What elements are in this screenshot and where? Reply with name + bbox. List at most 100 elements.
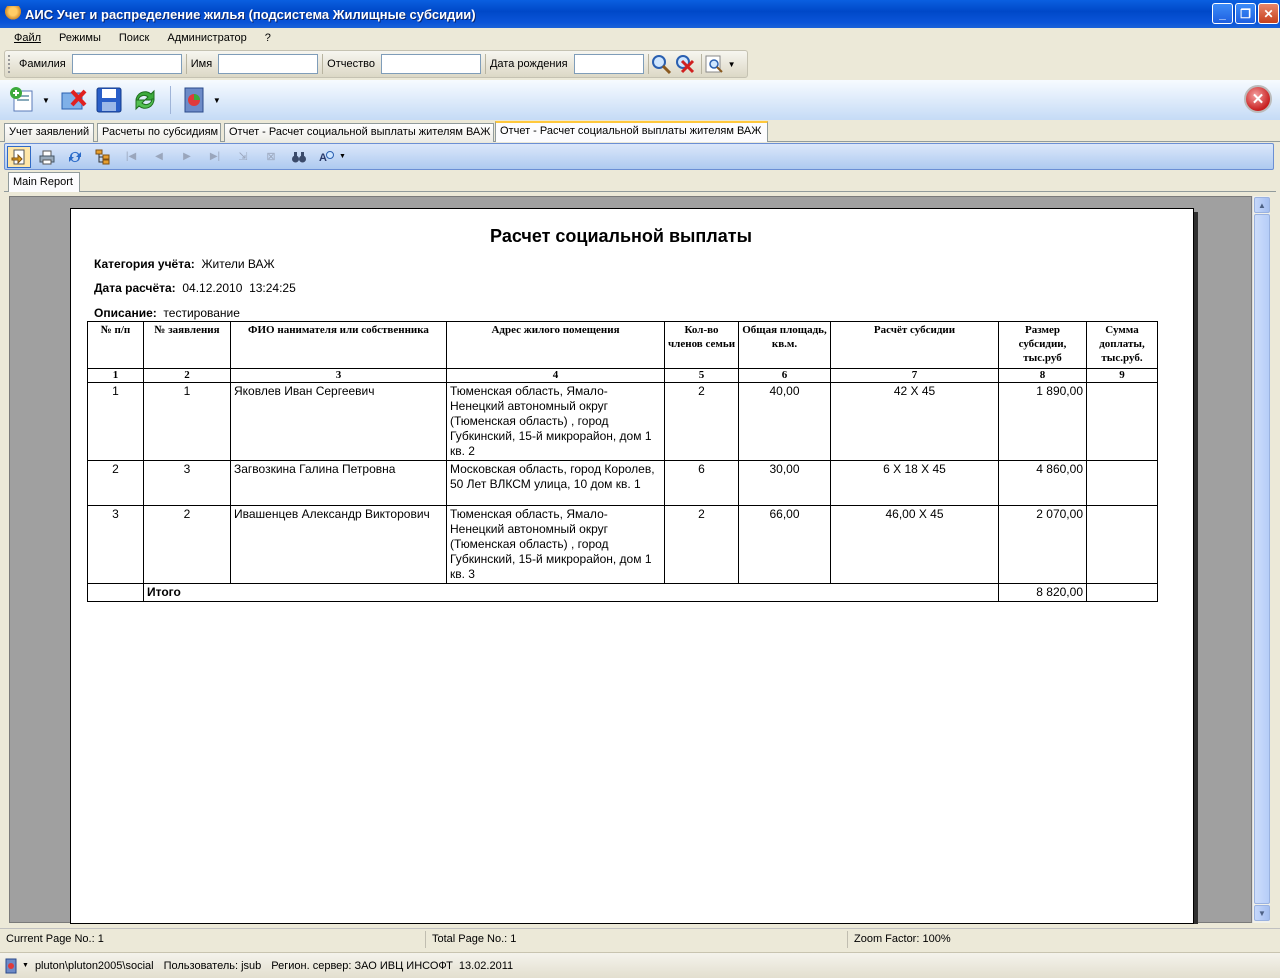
delete-record-icon[interactable] (56, 83, 90, 117)
menu-search[interactable]: Поиск (119, 32, 149, 44)
separator (322, 54, 324, 74)
first-page-icon[interactable]: |◀ (119, 146, 143, 168)
chevron-down-icon[interactable]: ▼ (339, 153, 346, 160)
svg-text:A: A (319, 152, 327, 164)
database-icon[interactable] (4, 958, 18, 974)
menu-file[interactable]: Файл (14, 32, 41, 44)
tab-report-2[interactable]: Отчет - Расчет социальной выплаты жителя… (495, 121, 768, 142)
scroll-down-icon[interactable]: ▼ (1254, 905, 1270, 921)
column-number: 5 (664, 368, 739, 383)
cell-address: Московская область, город Королев, 50 Ле… (446, 460, 665, 506)
main-toolbar: ▼ ▼ (0, 80, 1280, 120)
header-cell: Кол-во членов семьи (664, 321, 739, 369)
report-viewer[interactable]: Расчет социальной выплаты Категория учёт… (9, 196, 1252, 924)
report-toolbar: |◀ ◀ ▶ ▶| ⇲ ⊠ A ▼ (4, 143, 1274, 170)
cell-family: 2 (664, 505, 739, 584)
cell-subsidy: 4 860,00 (998, 460, 1087, 506)
column-number: 7 (830, 368, 999, 383)
search-icon[interactable] (649, 52, 673, 76)
lastname-label: Фамилия (19, 58, 66, 70)
menu-help[interactable]: ? (265, 32, 271, 44)
cell-extra (1086, 382, 1158, 461)
cell-app-no: 1 (143, 382, 231, 461)
table-row: 2 3 Загвозкина Галина Петровна Московска… (87, 460, 1158, 506)
scroll-up-icon[interactable]: ▲ (1254, 197, 1270, 213)
chevron-down-icon[interactable]: ▼ (42, 96, 50, 105)
minimize-button[interactable]: _ (1212, 3, 1233, 24)
cell-address: Тюменская область, Ямало-Ненецкий автоно… (446, 505, 665, 584)
cell-extra (1086, 460, 1158, 506)
description-value: тестирование (163, 306, 240, 320)
toolbar-grip[interactable] (8, 55, 11, 73)
search-toolbar: Фамилия Имя Отчество Дата рождения ▼ (4, 50, 748, 78)
lastname-input[interactable] (71, 54, 182, 74)
separator (185, 54, 187, 74)
birthdate-input[interactable] (573, 54, 644, 74)
chevron-down-icon[interactable]: ▼ (213, 96, 221, 105)
chevron-down-icon[interactable]: ▼ (728, 60, 736, 69)
exit-icon[interactable]: ✕ (1244, 85, 1272, 113)
reports-icon[interactable] (177, 83, 211, 117)
maximize-button[interactable]: ❐ (1235, 3, 1256, 24)
cell-app-no: 3 (143, 460, 231, 506)
cell-area: 40,00 (738, 382, 831, 461)
column-number: 6 (738, 368, 831, 383)
firstname-input[interactable] (218, 54, 319, 74)
zoom-status: Zoom Factor: 100% (847, 931, 957, 948)
cell-extra (1086, 505, 1158, 584)
column-number: 3 (230, 368, 447, 383)
header-cell: Общая площадь, кв.м. (738, 321, 831, 369)
date-label: Дата расчёта: (94, 281, 176, 295)
previous-page-icon[interactable]: ◀ (147, 146, 171, 168)
export-icon[interactable] (7, 145, 31, 168)
chevron-down-icon[interactable]: ▼ (22, 962, 29, 969)
app-icon (5, 6, 21, 22)
column-number: 2 (143, 368, 231, 383)
zoom-icon[interactable]: A (315, 146, 339, 168)
title-bar: АИС Учет и распределение жилья (подсисте… (0, 0, 1280, 28)
find-icon[interactable] (287, 146, 311, 168)
patronymic-input[interactable] (380, 54, 481, 74)
advanced-search-icon[interactable] (702, 52, 726, 76)
column-number: 9 (1086, 368, 1158, 383)
refresh-report-icon[interactable] (63, 146, 87, 168)
goto-page-icon[interactable]: ⇲ (231, 146, 255, 168)
header-row: № п/п № заявления ФИО нанимателя или соб… (87, 321, 1158, 369)
separator (484, 54, 486, 74)
tab-subsidy-calculations[interactable]: Расчеты по субсидиям (97, 123, 221, 142)
vertical-scrollbar[interactable]: ▲ ▼ (1252, 196, 1270, 923)
description-line: Описание: тестирование (94, 306, 240, 320)
cell-name: Ивашенцев Александр Викторович (230, 505, 447, 584)
cell-calc: 42 X 45 (830, 382, 999, 461)
tab-applications[interactable]: Учет заявлений (4, 123, 94, 142)
menu-admin[interactable]: Администратор (167, 32, 246, 44)
close-window-button[interactable]: ✕ (1258, 3, 1279, 24)
column-number: 8 (998, 368, 1087, 383)
document-tabs: Учет заявлений Расчеты по субсидиям Отче… (0, 120, 1280, 142)
patronymic-label: Отчество (327, 58, 375, 70)
refresh-icon[interactable] (128, 83, 162, 117)
group-tree-icon[interactable] (91, 146, 115, 168)
cell-name: Яковлев Иван Сергеевич (230, 382, 447, 461)
header-cell: № заявления (143, 321, 231, 369)
category-label: Категория учёта: (94, 257, 195, 271)
column-number: 4 (446, 368, 665, 383)
tab-main-report[interactable]: Main Report (8, 172, 80, 192)
cell-family: 6 (664, 460, 739, 506)
cell-empty (1086, 583, 1158, 602)
stop-icon[interactable]: ⊠ (259, 146, 283, 168)
menu-modes[interactable]: Режимы (59, 32, 101, 44)
window-title: АИС Учет и распределение жилья (подсисте… (25, 6, 476, 22)
scroll-thumb[interactable] (1254, 214, 1270, 904)
clear-search-icon[interactable] (673, 52, 697, 76)
cell-family: 2 (664, 382, 739, 461)
add-record-icon[interactable] (6, 83, 40, 117)
next-page-icon[interactable]: ▶ (175, 146, 199, 168)
birthdate-label: Дата рождения (489, 58, 568, 70)
tab-report-1[interactable]: Отчет - Расчет социальной выплаты жителя… (224, 123, 494, 142)
header-cell: Адрес жилого помещения (446, 321, 665, 369)
save-icon[interactable] (92, 83, 126, 117)
last-page-icon[interactable]: ▶| (203, 146, 227, 168)
separator (169, 86, 171, 114)
print-icon[interactable] (35, 146, 59, 168)
